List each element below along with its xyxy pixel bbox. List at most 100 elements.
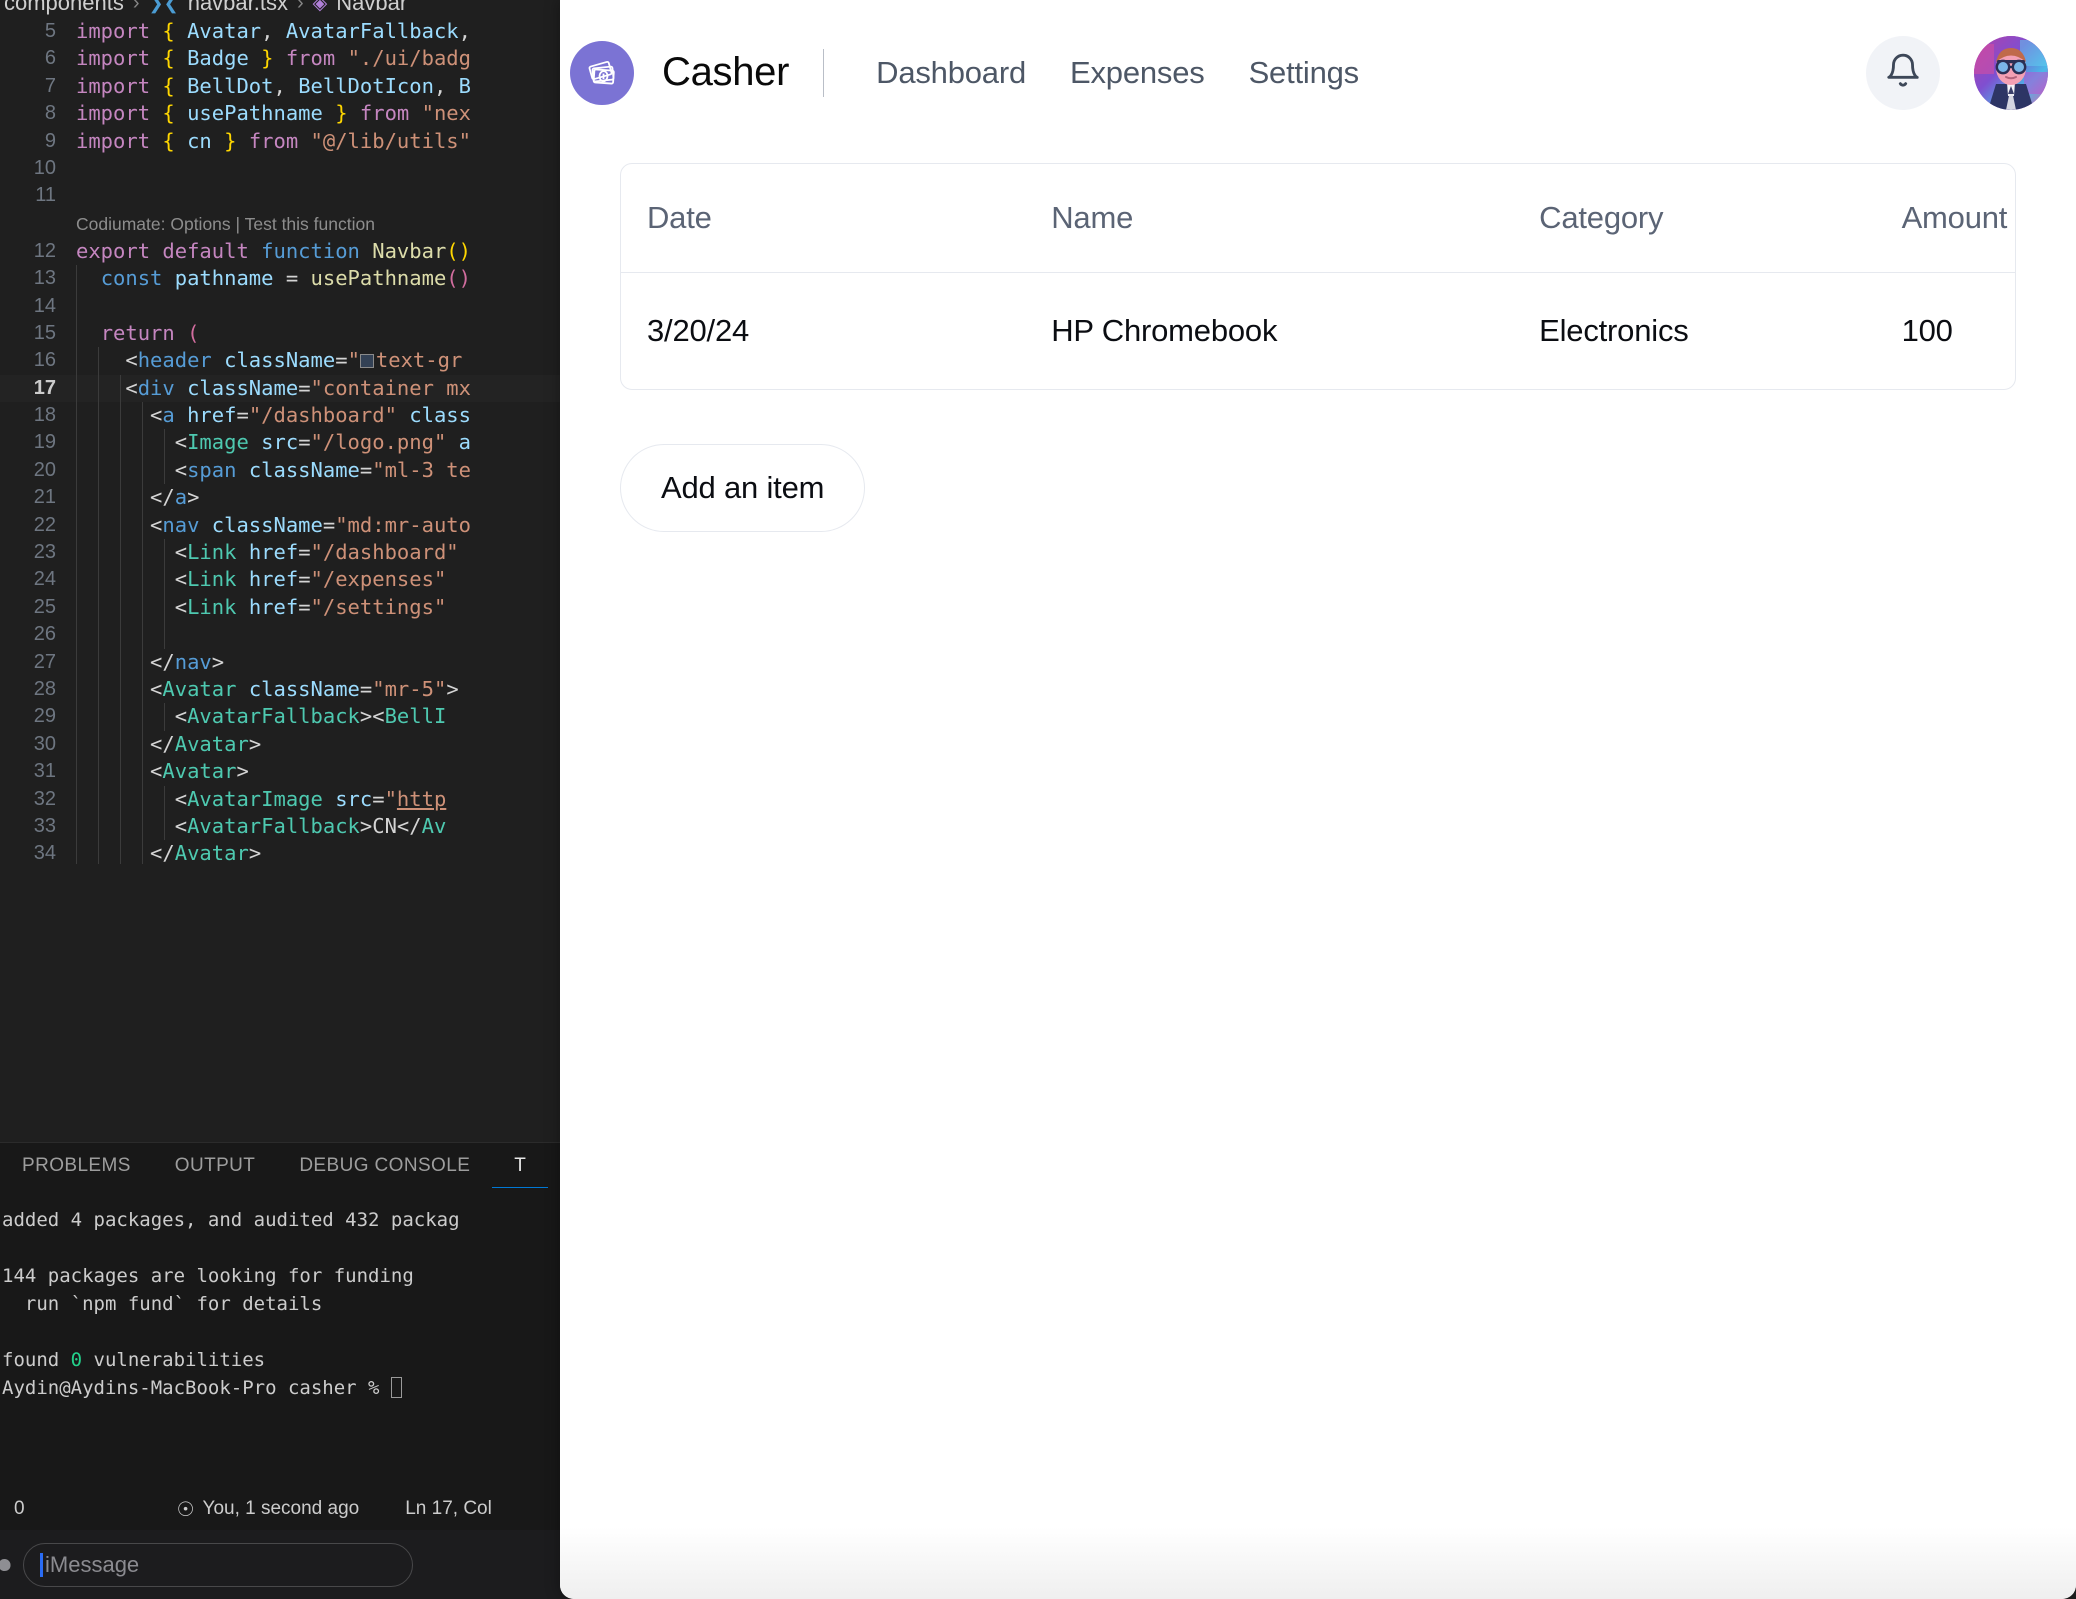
code-line[interactable]: 28 <Avatar className="mr-5">	[0, 675, 600, 704]
code-line[interactable]: 32 <AvatarImage src="http	[0, 785, 600, 813]
code-line[interactable]: 16 <header className=" text-gr	[0, 347, 600, 375]
code-line[interactable]: 26	[0, 621, 600, 649]
code-line[interactable]: 33 <AvatarFallback>CN</Av	[0, 812, 600, 841]
code-token: "./ui/badg	[347, 46, 471, 71]
code-token: Link	[187, 594, 249, 619]
code-line[interactable]: 21 </a>	[0, 484, 600, 512]
panel-tab-bar[interactable]: PROBLEMS OUTPUT DEBUG CONSOLE T	[0, 1142, 600, 1189]
terminal-panel[interactable]: added 4 packages, and audited 432 packag…	[0, 1188, 600, 1488]
nav-link-settings[interactable]: Settings	[1227, 55, 1381, 91]
audio-icon[interactable]: ⏺	[0, 1549, 11, 1581]
code-token: Image	[187, 430, 262, 455]
status-git-author[interactable]: ☉ You, 1 second ago	[163, 1497, 374, 1522]
imessage-bar[interactable]: ⏺ iMessage	[0, 1530, 600, 1599]
code-line[interactable]: 7 import { BellDot, BellDotIcon, B	[0, 73, 600, 100]
code-line[interactable]: 27 </nav>	[0, 648, 600, 676]
code-token: BellDot	[187, 73, 274, 98]
code-line[interactable]: 10	[0, 155, 600, 182]
panel-tab-output[interactable]: OUTPUT	[153, 1143, 278, 1189]
code-line[interactable]: 34 </Avatar>	[0, 840, 600, 864]
code-token: {	[162, 128, 188, 153]
code-token: {	[162, 46, 188, 71]
indent-guide	[98, 566, 99, 594]
code-line[interactable]: 24 <Link href="/expenses"	[0, 566, 600, 594]
indent-guide	[142, 648, 143, 676]
add-item-button[interactable]: Add an item	[620, 444, 866, 532]
table-row[interactable]: 3/20/24 HP Chromebook Electronics 100	[621, 273, 2015, 390]
code-line[interactable]: 15 return (	[0, 319, 600, 348]
panel-tabs[interactable]: PROBLEMS OUTPUT DEBUG CONSOLE T	[0, 1143, 548, 1189]
code-token: (	[187, 320, 200, 345]
line-number: 19	[33, 431, 56, 454]
code-line[interactable]: 25 <Link href="/settings"	[0, 593, 600, 622]
column-header-category: Category	[1513, 164, 1876, 273]
code-token: {	[162, 19, 188, 43]
code-line[interactable]: 30 </Avatar>	[0, 730, 600, 759]
code-line[interactable]: 19 <Image src="/logo.png" a	[0, 429, 600, 457]
nav-link-expenses[interactable]: Expenses	[1048, 55, 1227, 91]
code-line[interactable]: 31 <Avatar>	[0, 758, 600, 786]
user-avatar[interactable]	[1974, 35, 2048, 110]
code-token: span	[187, 457, 249, 482]
code-token: </	[76, 649, 175, 674]
nav-link-dashboard[interactable]: Dashboard	[854, 55, 1048, 91]
code-token: import	[76, 101, 163, 126]
indent-guide	[142, 730, 143, 759]
code-line[interactable]: 22 <nav className="md:mr-auto	[0, 511, 600, 540]
code-line[interactable]: 14	[0, 292, 600, 320]
indent-guide	[98, 347, 99, 375]
code-token: href	[248, 540, 299, 565]
codiumate-hint[interactable]: Codiumate: Options | Test this function	[0, 210, 600, 238]
code-line[interactable]: 12 export default function Navbar()	[0, 238, 600, 265]
code-editor[interactable]: 5 import { Avatar, AvatarFallback, 6 import…	[0, 18, 600, 864]
indent-guide	[164, 456, 165, 485]
notifications-button[interactable]	[1866, 35, 1940, 110]
vscode-window: components › ❯❮ navbar.tsx › ◈ Navbar 5i…	[0, 0, 600, 1599]
code-lines[interactable]: 5 import { Avatar, AvatarFallback, 6 import…	[0, 18, 600, 864]
column-header-name: Name	[1025, 164, 1514, 273]
indent-guide	[164, 621, 165, 649]
code-line[interactable]: 23 <Link href="/dashboard"	[0, 539, 600, 567]
code-line[interactable]: 5 import { Avatar, AvatarFallback,	[0, 18, 600, 45]
code-token: BellDotIcon	[298, 73, 434, 98]
code-token: AvatarFallback	[285, 19, 459, 43]
breadcrumb-folder[interactable]: components	[4, 0, 124, 16]
code-line[interactable]: 9 import { cn } from "@/lib/utils"	[0, 128, 600, 155]
code-token: from	[359, 101, 422, 126]
code-line[interactable]: 6 import { Badge } from "./ui/badg	[0, 45, 600, 72]
code-line[interactable]: 13 const pathname = usePathname()	[0, 265, 600, 293]
code-token: "@/lib/utils"	[310, 128, 471, 153]
code-line[interactable]: 29 <AvatarFallback><BellI	[0, 703, 600, 731]
breadcrumb-file[interactable]: navbar.tsx	[188, 0, 288, 16]
imessage-input[interactable]: iMessage	[23, 1542, 414, 1587]
indent-guide	[98, 593, 99, 622]
main-nav[interactable]: Dashboard Expenses Settings	[854, 55, 1381, 91]
code-token: >	[248, 841, 262, 864]
terminal-prompt-line[interactable]: Aydin@Aydins-MacBook-Pro casher %	[0, 1374, 600, 1402]
line-number: 32	[33, 787, 56, 810]
brand[interactable]: Casher	[570, 40, 789, 105]
status-errors[interactable]: 0	[0, 1498, 39, 1520]
status-cursor-position[interactable]: Ln 17, Col	[391, 1498, 506, 1520]
code-line[interactable]: 8 import { usePathname } from "nex	[0, 100, 600, 127]
code-line[interactable]: 11	[0, 182, 600, 209]
status-bar[interactable]: 0 ☉ You, 1 second ago Ln 17, Col	[0, 1488, 600, 1530]
indent-guide	[164, 785, 165, 813]
breadcrumb-separator-icon-2: ›	[296, 0, 304, 14]
code-token: a	[458, 430, 471, 455]
indent-guide	[120, 675, 121, 704]
indent-guide	[164, 539, 165, 567]
panel-tab-problems[interactable]: PROBLEMS	[0, 1143, 153, 1189]
indent-guide	[142, 566, 143, 594]
panel-tab-debug-console[interactable]: DEBUG CONSOLE	[277, 1143, 492, 1189]
code-token: "nex	[421, 101, 471, 126]
code-line[interactable]: 17 <div className="container mx	[0, 374, 600, 403]
panel-tab-t[interactable]: T	[492, 1143, 548, 1189]
code-line[interactable]: 18 <a href="/dashboard" class	[0, 402, 600, 430]
code-line[interactable]: 20 <span className="ml-3 te	[0, 456, 600, 485]
indent-guide	[98, 511, 99, 540]
breadcrumb[interactable]: components › ❯❮ navbar.tsx › ◈ Navbar	[0, 0, 600, 20]
line-number: 9	[44, 129, 56, 152]
breadcrumb-symbol[interactable]: Navbar	[336, 0, 407, 16]
line-number: 16	[33, 349, 56, 372]
